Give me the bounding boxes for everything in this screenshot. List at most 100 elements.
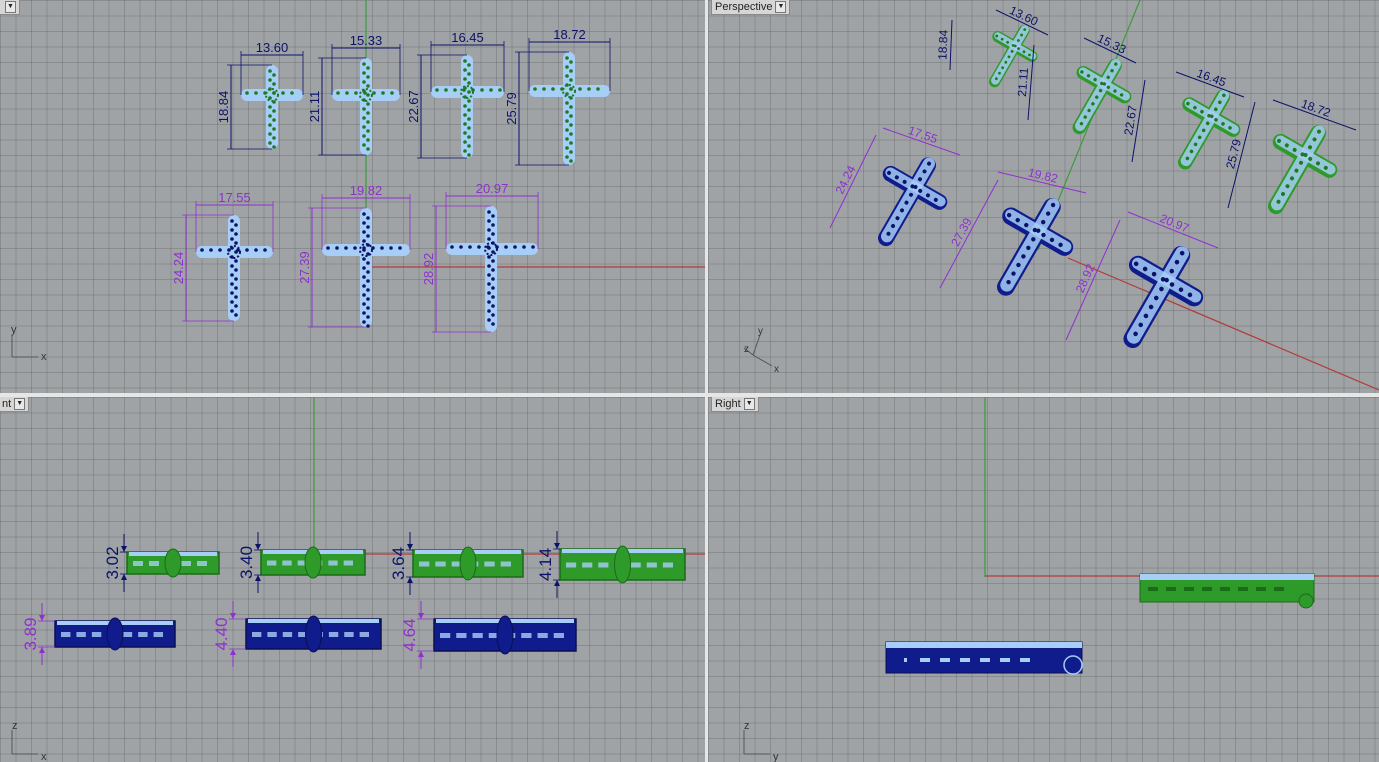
thickness-dimension: 3.40 <box>237 532 261 593</box>
cross-pendant-3d <box>878 157 948 247</box>
pendant-profile <box>260 546 366 579</box>
side-green-pendant <box>1139 573 1315 609</box>
pendant-profile <box>433 615 577 655</box>
right-viewport-tab[interactable]: Right ▼ <box>711 397 759 412</box>
thickness-dimension: 4.14 <box>536 531 560 598</box>
cross-pendant <box>196 215 273 321</box>
perspective-viewport-label: Perspective <box>715 1 773 13</box>
width-dimension-label: 19.82 <box>350 183 383 198</box>
pendant-profile <box>126 548 220 578</box>
width-dimension-label: 20.97 <box>476 181 509 196</box>
top-viewport[interactable]: ▼ 13.60 18.84 15.33 21.11 16.45 22.67 18.72 25.… <box>0 0 705 393</box>
gizmo-y-label: y <box>758 326 763 337</box>
width-dimension-label: 17.55 <box>218 190 251 205</box>
viewport-menu-arrow-icon[interactable]: ▼ <box>14 398 26 410</box>
pendant-profile <box>412 546 524 581</box>
width-dimension-label: 20.97 <box>1158 211 1191 235</box>
viewport-divider-vertical[interactable] <box>705 0 708 762</box>
perspective-view-scene: 13.60 18.84 15.33 21.11 16.4522.67 18.72 25.79… <box>743 0 1379 391</box>
cross-pendant <box>332 58 400 155</box>
height-dimension-label: 28.92 <box>421 253 436 286</box>
axis-gizmo: y x <box>11 324 47 363</box>
cross-pendant <box>322 208 410 328</box>
width-dimension-label: 16.45 <box>451 30 484 45</box>
front-viewport-label: nt <box>2 398 12 410</box>
cross-pendant <box>446 206 538 332</box>
front-view-scene: 3.02 3.40 3.64 4.14 3.89 4.40 4.64 z x <box>11 397 705 762</box>
perspective-viewport[interactable]: Perspective ▼ 13.60 18.84 15.33 21.11 16.45 2… <box>708 0 1379 393</box>
gizmo-x-label: x <box>41 351 47 363</box>
width-dimension-label: 15.33 <box>1095 31 1128 57</box>
thickness-dimension-label: 3.40 <box>237 546 256 579</box>
dims-persp: 13.60 18.84 15.33 21.11 16.4522.67 18.72 25.79… <box>829 3 1357 341</box>
thickness-dimension: 4.64 <box>400 601 434 669</box>
right-viewport-label: Right <box>715 398 741 410</box>
height-dimension-label: 21.11 <box>307 91 322 123</box>
cross-pendant-3d <box>996 198 1074 296</box>
side-blue-pendant <box>885 641 1083 675</box>
gizmo-z-label: z <box>744 720 750 732</box>
width-dimension-label: 15.33 <box>350 33 383 48</box>
cross-pendant-3d <box>989 25 1038 88</box>
axis-gizmo: y x z <box>743 326 779 375</box>
top-view-scene: 13.60 18.84 15.33 21.11 16.45 22.67 18.72 25.79… <box>11 0 705 363</box>
viewport-divider-horizontal[interactable] <box>0 393 1379 397</box>
gizmo-x-label: x <box>774 364 779 375</box>
front-viewport[interactable]: nt ▼ 3.02 3.40 3.64 4.14 3.89 4.40 4.64 z x <box>0 397 705 762</box>
gizmo-x-label: x <box>41 751 47 762</box>
front-viewport-tab[interactable]: nt ▼ <box>0 397 30 412</box>
height-dimension-label: 18.84 <box>935 29 950 60</box>
cross-pendant-3d <box>1268 125 1338 215</box>
height-dimension-label: 24.24 <box>832 163 858 196</box>
thickness-dimension-label: 3.02 <box>103 546 122 579</box>
cross-pendant-3d <box>1123 245 1204 349</box>
height-dimension-label: 22.67 <box>406 90 421 123</box>
cross-pendant <box>431 55 504 158</box>
axis-gizmo: z x <box>11 720 47 762</box>
viewport-menu-arrow-icon[interactable]: ▼ <box>5 1 16 13</box>
gizmo-y-label: y <box>11 324 17 336</box>
axis-gizmo: z y <box>743 720 779 762</box>
cross-pendant-3d <box>1177 89 1241 170</box>
top-viewport-tab[interactable]: ▼ <box>0 0 20 15</box>
thickness-dimension: 3.64 <box>389 532 413 595</box>
bars-front <box>54 545 686 655</box>
viewport-menu-arrow-icon[interactable]: ▼ <box>743 398 755 410</box>
width-dimension-label: 18.72 <box>553 27 586 42</box>
viewport-menu-arrow-icon[interactable]: ▼ <box>775 1 787 13</box>
thickness-dimension: 3.02 <box>103 534 127 592</box>
dimension: 20.97 28.92 <box>421 181 539 333</box>
thickness-dimension-label: 4.14 <box>536 548 555 581</box>
height-dimension-label: 21.11 <box>1015 67 1031 97</box>
width-dimension-label: 13.60 <box>1007 3 1040 29</box>
cross-pendant <box>241 65 303 149</box>
pendant-profile <box>245 615 382 653</box>
width-dimension-label: 16.45 <box>1195 66 1228 90</box>
height-dimension-label: 27.39 <box>297 251 312 284</box>
pendant-profile <box>559 545 686 584</box>
height-dimension-label: 25.79 <box>504 92 519 125</box>
perspective-viewport-tab[interactable]: Perspective ▼ <box>711 0 791 15</box>
cross-pendant <box>529 52 610 165</box>
thickness-dimension-label: 4.64 <box>400 618 419 651</box>
width-dimension-label: 18.72 <box>1299 97 1332 120</box>
thickness-dimension-label: 4.40 <box>212 617 231 650</box>
width-dimension-label: 17.55 <box>906 123 939 146</box>
gizmo-y-label: y <box>773 751 779 762</box>
height-dimension-label: 25.79 <box>1223 137 1244 170</box>
height-dimension-label: 18.84 <box>216 91 231 124</box>
height-dimension-label: 27.39 <box>948 215 975 248</box>
gizmo-z-label: z <box>12 720 18 732</box>
height-dimension-label: 24.24 <box>171 252 186 285</box>
dimension-3d: 16.4522.67 <box>1121 66 1245 163</box>
right-view-scene: z y <box>743 397 1379 762</box>
thickness-dimension-label: 3.89 <box>21 617 40 650</box>
right-viewport[interactable]: Right ▼ z y <box>708 397 1379 762</box>
thickness-dimension-label: 3.64 <box>389 547 408 580</box>
dimension-3d: 15.33 21.11 <box>1015 31 1137 121</box>
thickness-dimension: 3.89 <box>21 603 55 665</box>
pendant-profile <box>54 617 176 651</box>
gizmo-z-label: z <box>744 344 749 355</box>
crosses-top <box>196 52 610 332</box>
crosses-persp <box>878 25 1338 349</box>
